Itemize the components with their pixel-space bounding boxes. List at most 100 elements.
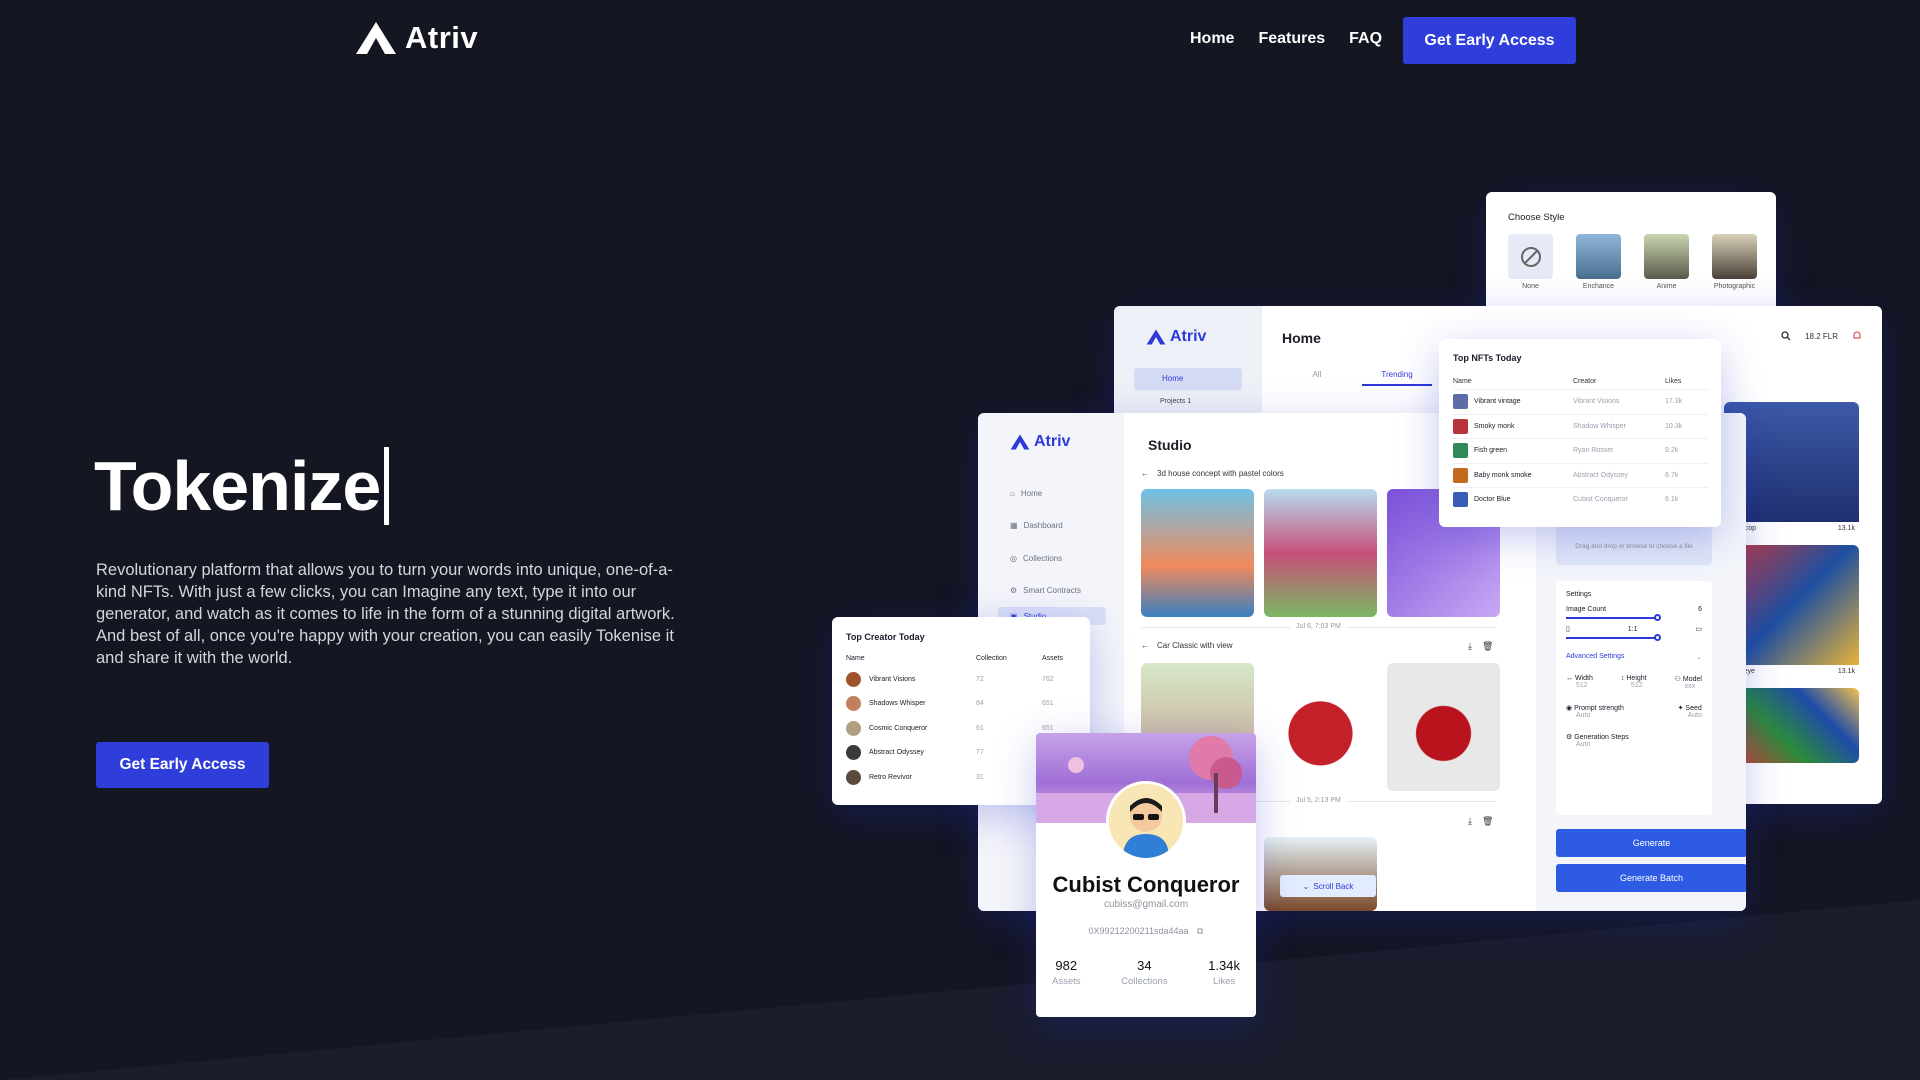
generation-steps-setting[interactable]: ⚙ Generation Steps Auto [1566,733,1702,748]
generated-image[interactable] [1264,489,1377,617]
back-arrow-icon[interactable]: ← [1141,641,1149,650]
search-icon[interactable] [1781,331,1791,341]
download-icon[interactable]: ⤓ [1468,641,1472,652]
menu-label: Collections [1022,553,1063,563]
stat-likes: 1.34k Likes [1208,958,1240,987]
table-row[interactable]: Fish green Ryan Rosser 9.2k [1453,438,1709,463]
nav-early-access-button[interactable]: Get Early Access [1403,17,1576,64]
date-divider: Jul 6, 7:03 PM [1141,623,1496,635]
generate-button[interactable]: Generate [1556,829,1746,857]
prompt-strength-setting[interactable]: ◉ Prompt strength Auto [1566,704,1624,719]
profile-stats: 982 Assets 34 Collections 1.34k Likes [1052,958,1240,987]
column-header: Collection [976,654,1007,662]
nft-thumb [1453,394,1468,410]
width-setting[interactable]: ↔ Width 512 [1566,675,1593,690]
scroll-back-button[interactable]: ⌄ Scroll Back [1280,875,1376,897]
wallet-address-row: 0X99212200211sda44aa ⧉ [1036,926,1256,937]
home-sidebar-logo: Atriv [1146,328,1206,346]
back-arrow-icon[interactable]: ← [1141,469,1149,478]
collection-count: 77 [976,749,984,757]
table-row[interactable]: Smoky monk Shadow Whisper 10.3k [1453,413,1709,439]
top-creator-title: Top Creator Today [846,632,925,642]
style-label: Photographic [1713,283,1756,290]
generate-batch-button[interactable]: Generate Batch [1556,864,1746,892]
trash-icon[interactable]: 🗑 [1482,641,1493,652]
style-option-none[interactable]: None [1508,234,1553,290]
nav-link-home[interactable]: Home [1190,30,1234,48]
image-count-slider[interactable] [1566,614,1661,621]
download-icon[interactable]: ⤓ [1468,816,1472,827]
studio-menu-home[interactable]: ⌂ Home [1010,477,1106,510]
nav-link-features[interactable]: Features [1258,30,1325,48]
nav-link-faq[interactable]: FAQ [1349,30,1382,48]
generated-image[interactable] [1264,663,1377,791]
trash-icon[interactable]: 🗑 [1482,816,1493,827]
brand-name: Atriv [405,20,479,55]
menu-label: Home [1020,488,1043,498]
grid-icon: ▦ [1010,521,1018,531]
height-setting[interactable]: ↕ Height 512 [1621,675,1647,690]
creator-name: Abstract Odyssey [869,749,924,757]
column-header: Likes [1665,377,1682,385]
date-text: Jul 6, 7:03 PM [1290,623,1347,630]
hero-early-access-button[interactable]: Get Early Access [96,742,269,788]
landscape-icon[interactable]: ▭ [1695,625,1702,633]
style-option-photographic[interactable]: Photographic [1712,234,1757,290]
projects-label[interactable]: Projects 1 [1160,398,1191,405]
copy-icon[interactable]: ⧉ [1197,926,1203,936]
steps-label: Generation Steps [1574,734,1629,741]
row-actions: ⤓ 🗑 [1468,641,1493,652]
table-row[interactable]: Doctor Blue Cubist Conqueror 6.1k [1453,487,1709,512]
nft-name: Vibrant vintage [1474,398,1521,406]
nft-thumb [1453,492,1468,508]
profile-avatar[interactable] [1106,781,1186,861]
stat-label: Assets [1052,976,1081,987]
table-row[interactable]: Vibrant Visions 72 762 [846,667,1082,692]
style-option-enchance[interactable]: Enchance [1576,234,1621,290]
bell-icon[interactable] [1852,331,1862,341]
studio-menu-smart-contracts[interactable]: ⚙ Smart Contracts [1010,575,1106,608]
top-nfts-table: Name Creator Likes Vibrant vintage Vibra… [1453,373,1709,512]
home-nav-home[interactable]: Home [1134,368,1242,390]
studio-menu: ⌂ Home ▦ Dashboard ◎ Collections ⚙ Smart Con… [998,477,1106,625]
portrait-icon[interactable]: ▯ [1566,625,1570,633]
studio-title: Studio [1148,437,1192,453]
wallet-balance[interactable]: 18.2 FLR [1805,332,1838,341]
settings-label: Settings [1566,591,1592,598]
seed-setting[interactable]: ✦ Seed Auto [1678,704,1702,719]
tab-all[interactable]: All [1282,370,1352,386]
generated-image[interactable] [1387,663,1500,791]
generated-image[interactable] [1264,837,1377,911]
likes-count: 6.7k [1665,471,1679,479]
prompt-text: Car Classic with view [1157,641,1233,650]
model-setting[interactable]: ⚇ Model xxx [1675,675,1702,690]
atriv-logo-icon [1146,329,1166,345]
nft-name: Baby monk smoke [1474,471,1532,479]
ratio-slider[interactable] [1566,634,1661,641]
column-header: Name [1453,377,1472,385]
style-thumb [1576,234,1621,279]
studio-menu-collections[interactable]: ◎ Collections [1010,542,1106,575]
creator-name: Shadow Whisper [1573,422,1626,430]
width-label: Width [1574,675,1593,682]
studio-menu-dashboard[interactable]: ▦ Dashboard [1010,510,1106,543]
column-header: Creator [1573,377,1597,385]
top-nav: Atriv Home Features FAQ Get Early Access [0,0,1920,80]
likes-count: 9.2k [1665,447,1679,455]
nft-likes: 13.1k [1837,525,1855,532]
chevron-down-icon[interactable]: ⌄ [1696,653,1702,661]
brand-logo[interactable]: Atriv [355,20,478,56]
table-row[interactable]: Shadows Whisper 84 651 [846,692,1082,717]
tab-trending[interactable]: Trending [1362,370,1432,386]
generated-image[interactable] [1141,489,1254,617]
collection-count: 31 [976,773,984,781]
advanced-settings-toggle[interactable]: Advanced Settings [1566,653,1624,661]
nft-name: Doctor Blue [1474,496,1511,504]
home-icon: ⌂ [1010,488,1015,498]
stat-assets: 982 Assets [1052,958,1081,987]
table-row[interactable]: Vibrant vintage Vibrant Visions 17.3k [1453,389,1709,414]
creator-name: Abstract Odyssey [1573,471,1628,479]
avatar [846,745,861,761]
table-row[interactable]: Baby monk smoke Abstract Odyssey 6.7k [1453,462,1709,488]
style-option-anime[interactable]: Anime [1644,234,1689,290]
